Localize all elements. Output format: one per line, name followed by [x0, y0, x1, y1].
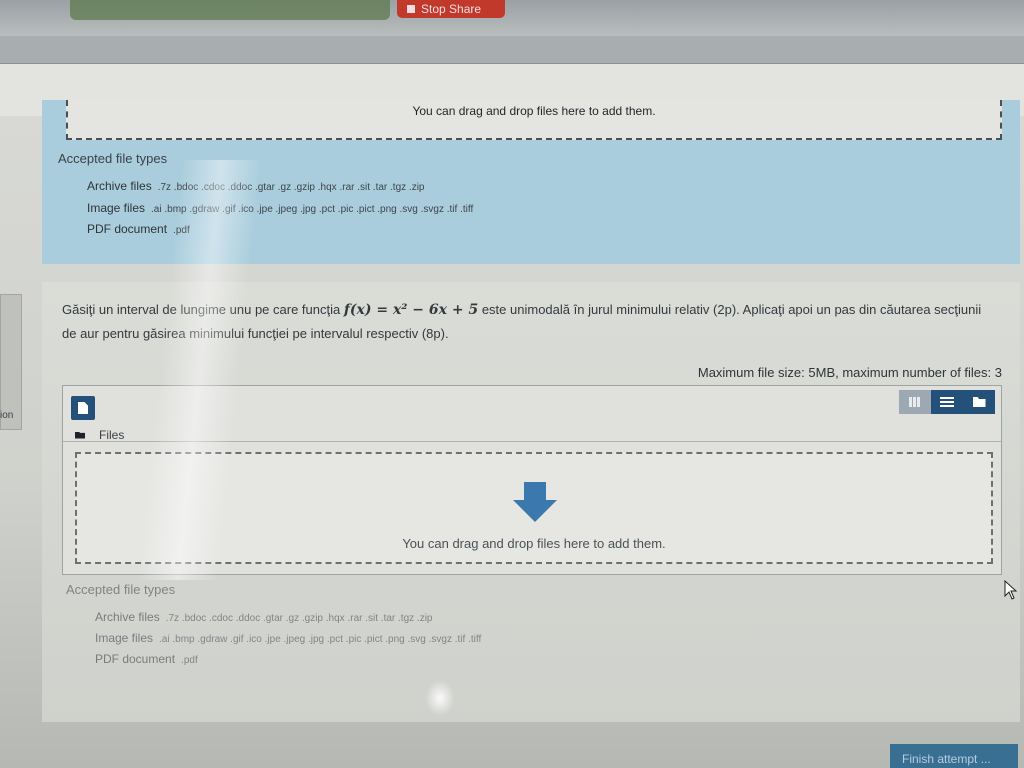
screen-share-bar: Stop Share [0, 0, 1024, 36]
file-manager: Files You can drag and drop files here t… [62, 385, 1002, 575]
list-icon [940, 397, 954, 407]
folder-icon [972, 397, 986, 407]
screen-reflection [425, 680, 455, 716]
type-ext: .7z .bdoc .cdoc .ddoc .gtar .gz .gzip .h… [165, 613, 433, 624]
dropzone[interactable]: You can drag and drop files here to add … [75, 452, 993, 564]
accepted-archive: Archive files .7z .bdoc .cdoc .ddoc .gtar… [87, 179, 424, 193]
type-ext: .pdf [173, 225, 190, 236]
type-label: Archive files [95, 610, 160, 624]
view-tree-button[interactable] [963, 390, 995, 414]
accepted-image: Image files .ai .bmp .gdraw .gif .ico .jp… [95, 631, 481, 645]
finish-attempt-button[interactable]: Finish attempt ... [890, 744, 1018, 768]
view-icons-button[interactable] [899, 390, 931, 414]
file-icon [78, 402, 88, 414]
accepted-pdf: PDF document .pdf [87, 222, 190, 236]
drop-hint: You can drag and drop files here to add … [402, 536, 666, 551]
type-ext: .7z .bdoc .cdoc .ddoc .gtar .gz .gzip .h… [157, 182, 425, 193]
download-arrow-icon [513, 482, 557, 522]
type-label: Image files [87, 201, 146, 215]
mouse-cursor-icon [1004, 580, 1018, 600]
meeting-toolbar [70, 0, 390, 20]
type-label: PDF document [87, 222, 168, 236]
accepted-types-title: Accepted file types [66, 582, 176, 597]
type-label: Archive files [87, 179, 152, 193]
grid-icon [909, 397, 921, 407]
folder-icon [75, 431, 85, 439]
question-text: Găsiţi un interval de lungime unu pe car… [62, 298, 982, 346]
breadcrumb[interactable]: Files [75, 428, 124, 442]
dropzone-previous[interactable]: You can drag and drop files here to add … [66, 100, 1002, 140]
stop-share-button[interactable]: Stop Share [397, 0, 505, 18]
accepted-types-title: Accepted file types [58, 151, 168, 166]
stop-share-label: Stop Share [421, 2, 482, 16]
add-file-button[interactable] [71, 396, 95, 420]
accepted-archive: Archive files .7z .bdoc .cdoc .ddoc .gtar… [95, 610, 432, 624]
type-ext: .pdf [181, 655, 198, 666]
question-text-before: Găsiţi un interval de lungime unu pe car… [62, 302, 344, 317]
type-ext: .ai .bmp .gdraw .gif .ico .jpe .jpeg .jp… [159, 634, 482, 645]
sidebar-partial-label: ion [0, 410, 14, 421]
files-label: Files [99, 428, 125, 442]
stop-icon [407, 5, 415, 13]
type-label: Image files [95, 631, 154, 645]
file-manager-toolbar: Files [63, 386, 1001, 442]
type-ext: .ai .bmp .gdraw .gif .ico .jpe .jpeg .jp… [151, 204, 474, 215]
type-label: PDF document [95, 652, 176, 666]
view-list-button[interactable] [931, 390, 963, 414]
browser-chrome [0, 36, 1024, 64]
drop-hint: You can drag and drop files here to add … [412, 104, 656, 118]
upload-limits: Maximum file size: 5MB, maximum number o… [697, 365, 1002, 380]
accepted-pdf: PDF document .pdf [95, 652, 198, 666]
view-switcher [899, 390, 995, 414]
accepted-image: Image files .ai .bmp .gdraw .gif .ico .jp… [87, 201, 473, 215]
question-formula: f(x) = x² − 6x + 5 [343, 302, 479, 318]
